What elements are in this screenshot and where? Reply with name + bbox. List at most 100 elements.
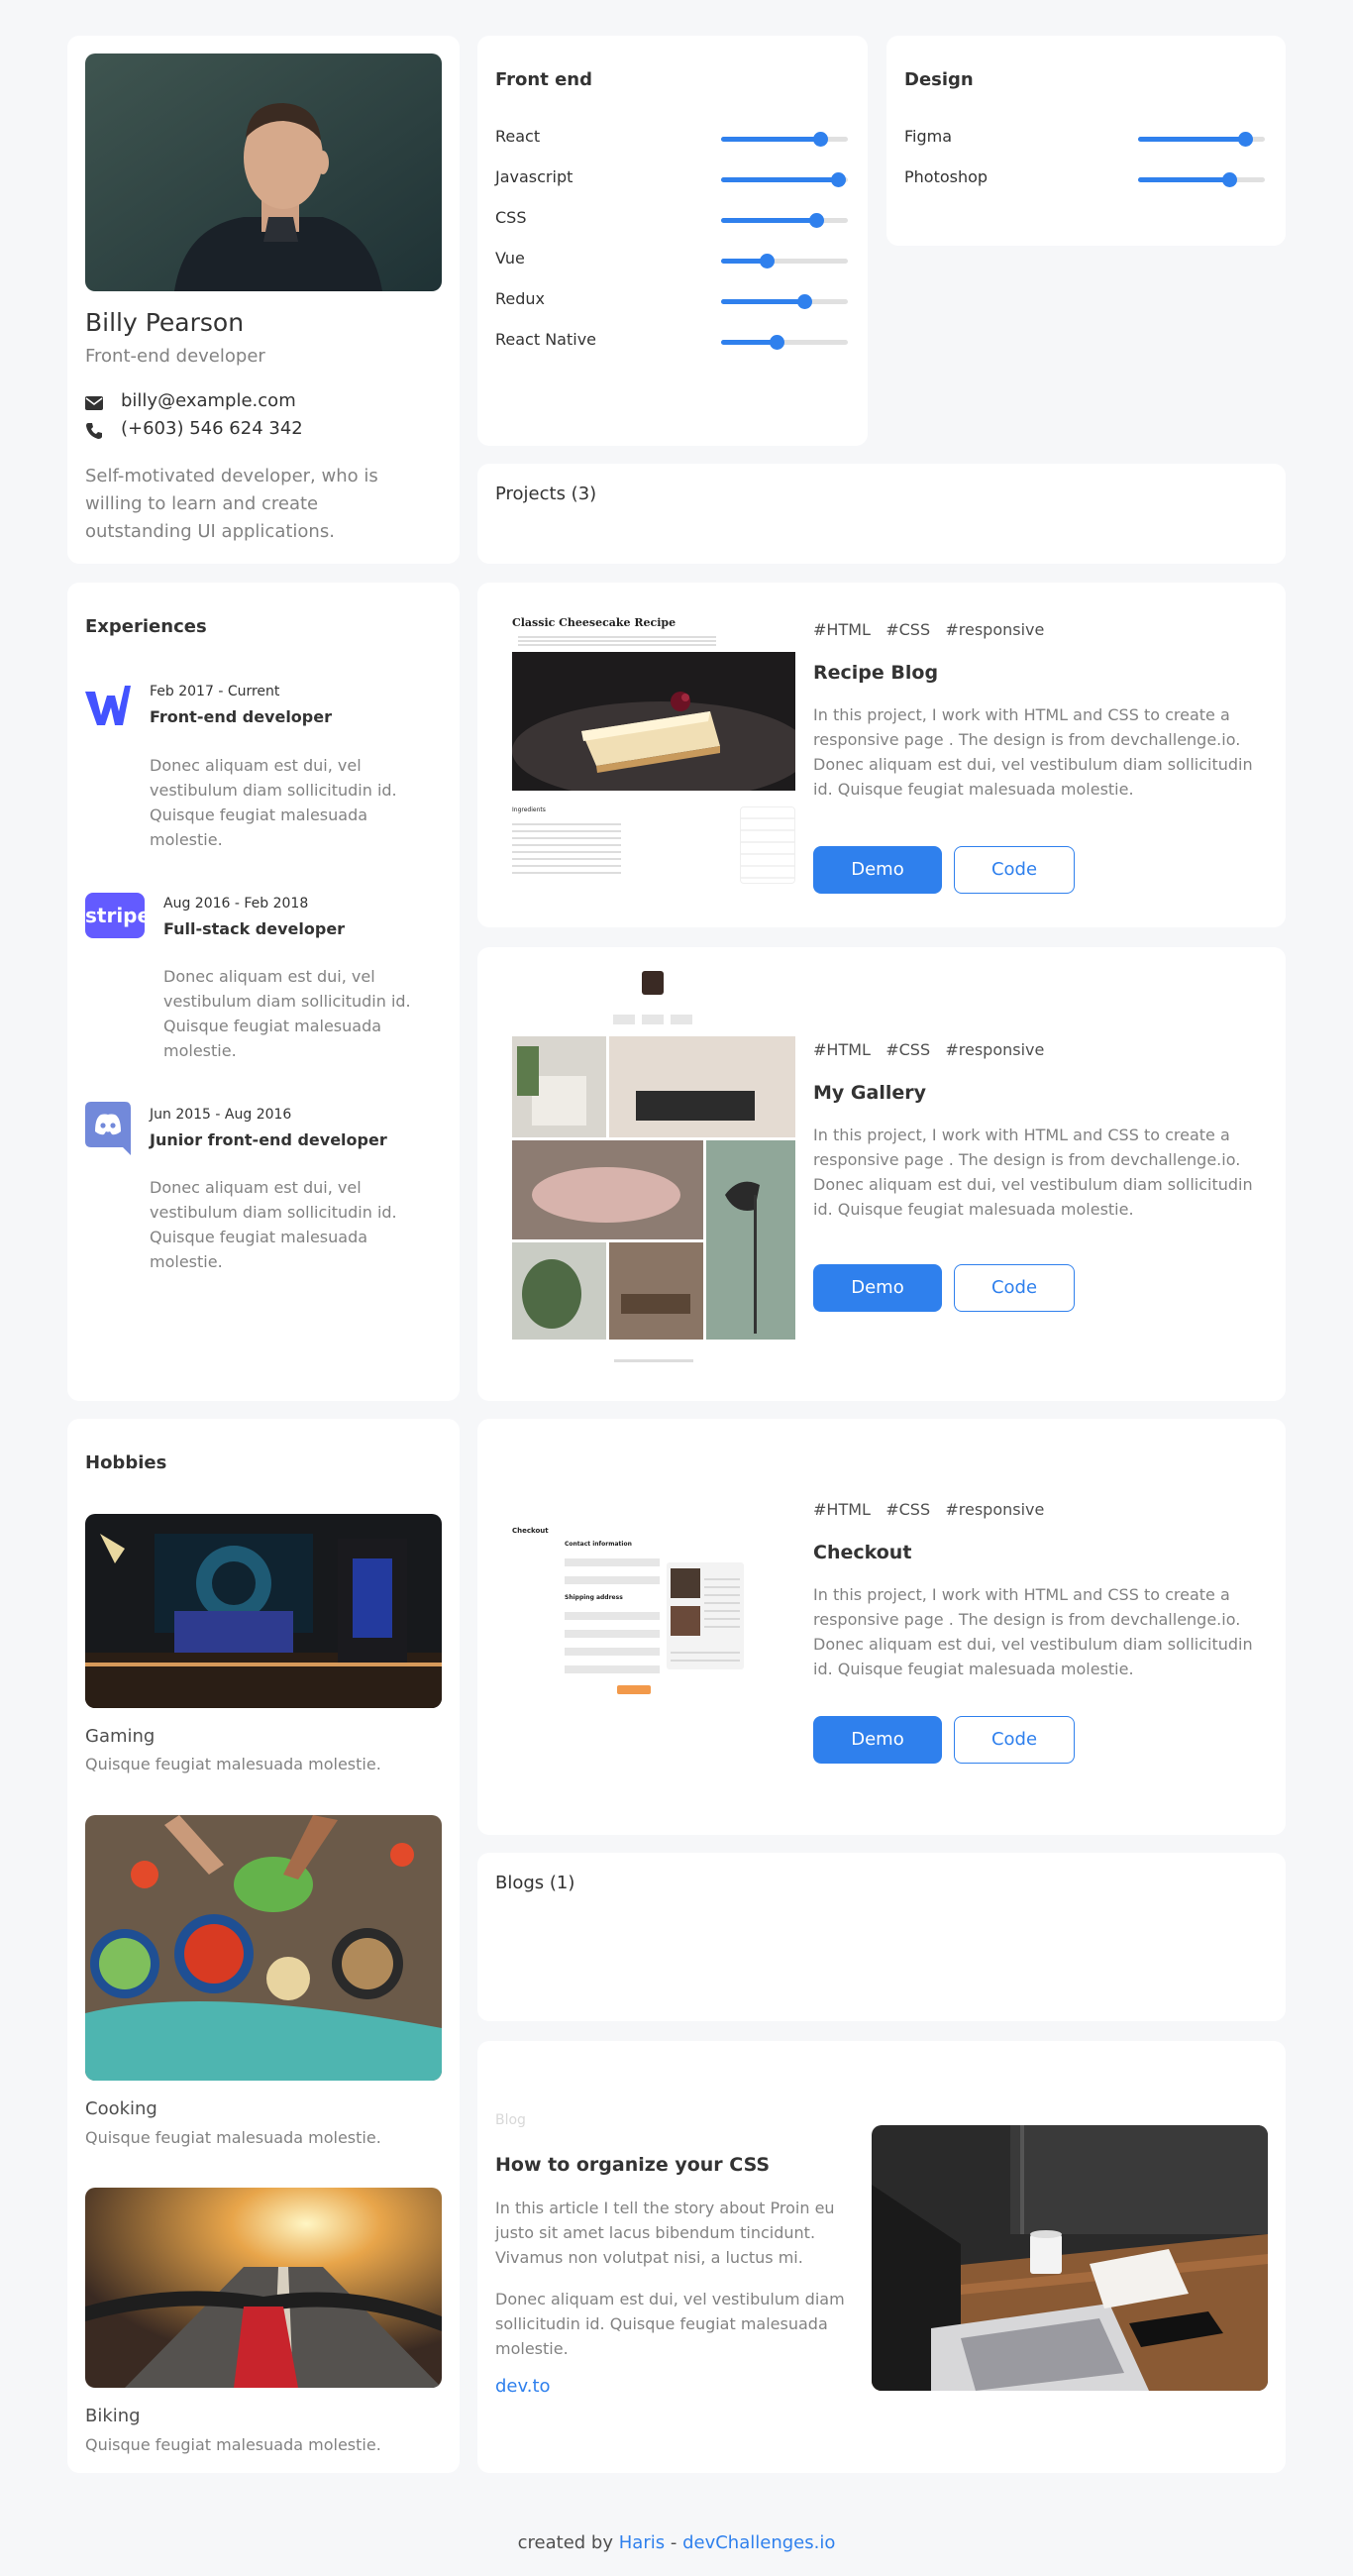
project-thumbnail xyxy=(510,967,797,1373)
profile-role: Front-end developer xyxy=(85,346,265,367)
skill-slider[interactable] xyxy=(721,254,848,268)
experience-date: Jun 2015 - Aug 2016 xyxy=(150,1107,292,1123)
blog-title: How to organize your CSS xyxy=(495,2154,771,2176)
profile-photo xyxy=(85,54,442,291)
skill-name: CSS xyxy=(495,208,527,227)
project-card: Classic Cheesecake Recipe Ingredients #H… xyxy=(477,583,1286,927)
experience-title: Front-end developer xyxy=(150,707,332,726)
blogs-header-card: Blogs (1) xyxy=(477,1853,1286,2021)
hobby-name: Biking xyxy=(85,2406,141,2426)
skill-slider-handle[interactable] xyxy=(812,132,828,147)
skill-slider[interactable] xyxy=(721,213,848,228)
project-title: Checkout xyxy=(813,1542,912,1563)
hobby-name: Gaming xyxy=(85,1726,156,1747)
skill-name: React Native xyxy=(495,330,597,349)
phone-icon xyxy=(85,422,103,440)
skill-slider[interactable] xyxy=(721,335,848,350)
project-card: Checkout Contact information Shipping ad… xyxy=(477,1419,1286,1835)
project-tags: #HTML #CSS #responsive xyxy=(813,620,1044,639)
avatar xyxy=(642,971,664,995)
thumbnail-footer xyxy=(614,1359,693,1362)
skill-slider-handle[interactable] xyxy=(830,172,846,187)
skill-name: Javascript xyxy=(495,167,573,186)
projects-header-card: Projects (3) xyxy=(477,464,1286,564)
skill-slider[interactable] xyxy=(1138,132,1265,147)
project-thumbnail: Checkout Contact information Shipping ad… xyxy=(510,1523,797,1721)
thumbnail-shipping: Shipping address xyxy=(565,1594,623,1601)
blog-paragraph: Donec aliquam est dui, vel vestibulum di… xyxy=(495,2290,845,2358)
experiences-title: Experiences xyxy=(85,616,207,637)
skill-name: Vue xyxy=(495,249,525,268)
skill-slider-handle[interactable] xyxy=(1237,132,1253,147)
skill-level-fill xyxy=(721,218,816,223)
skill-slider-handle[interactable] xyxy=(770,335,785,350)
demo-button[interactable]: Demo xyxy=(813,846,942,894)
skill-slider[interactable] xyxy=(721,132,848,147)
experience-desc: Donec aliquam est dui, vel vestibulum di… xyxy=(150,756,397,849)
skill-level-fill xyxy=(1138,137,1245,142)
blog-paragraph: In this article I tell the story about P… xyxy=(495,2199,835,2267)
tag: #responsive xyxy=(945,1500,1045,1519)
design-skills-card: Design Figma Photoshop xyxy=(886,36,1286,246)
skill-slider-handle[interactable] xyxy=(760,254,776,268)
skill-slider-handle[interactable] xyxy=(809,213,824,228)
skill-slider-handle[interactable] xyxy=(1222,172,1238,187)
project-card: #HTML #CSS #responsive My Gallery In thi… xyxy=(477,947,1286,1401)
project-title: My Gallery xyxy=(813,1082,926,1104)
thumbnail-fields xyxy=(565,1606,660,1675)
tag: #CSS xyxy=(885,620,931,639)
profile-name: Billy Pearson xyxy=(85,308,245,337)
skill-slider[interactable] xyxy=(721,172,848,187)
project-desc: In this project, I work with HTML and CS… xyxy=(813,705,1253,799)
project-tags: #HTML #CSS #responsive xyxy=(813,1500,1044,1519)
tag: #CSS xyxy=(885,1500,931,1519)
project-title: Recipe Blog xyxy=(813,662,939,684)
thumbnail-cart xyxy=(667,1562,744,1669)
tag: #HTML xyxy=(813,1500,871,1519)
profile-email[interactable]: billy@example.com xyxy=(121,390,296,411)
design-title: Design xyxy=(904,69,974,90)
experience-desc: Donec aliquam est dui, vel vestibulum di… xyxy=(150,1178,397,1271)
footer-site-link[interactable]: devChallenges.io xyxy=(682,2532,835,2553)
thumbnail-filters xyxy=(613,1015,692,1024)
code-button[interactable]: Code xyxy=(954,1716,1075,1764)
mail-icon xyxy=(85,395,103,410)
project-tags: #HTML #CSS #responsive xyxy=(813,1040,1044,1059)
tag: #responsive xyxy=(945,1040,1045,1059)
thumbnail-lines xyxy=(512,818,621,878)
skill-slider[interactable] xyxy=(1138,172,1265,187)
skill-level-fill xyxy=(721,299,805,304)
skill-slider-handle[interactable] xyxy=(797,294,813,309)
code-button[interactable]: Code xyxy=(954,1264,1075,1312)
thumbnail-aside xyxy=(740,806,795,884)
skill-level-fill xyxy=(721,177,838,182)
experience-desc: Donec aliquam est dui, vel vestibulum di… xyxy=(163,967,411,1060)
code-button[interactable]: Code xyxy=(954,846,1075,894)
skill-level-fill xyxy=(1138,177,1230,182)
stripe-logo-icon: stripe xyxy=(85,893,151,938)
projects-count: Projects (3) xyxy=(495,483,597,504)
blog-link[interactable]: dev.to xyxy=(495,2376,551,2397)
blog-label: Blog xyxy=(495,2112,526,2128)
demo-button[interactable]: Demo xyxy=(813,1264,942,1312)
profile-bio: Self-motivated developer, who is willing… xyxy=(85,466,378,542)
hobbies-title: Hobbies xyxy=(85,1452,167,1473)
experience-date: Feb 2017 - Current xyxy=(150,684,280,699)
skill-name: React xyxy=(495,127,541,146)
thumbnail-contact: Contact information xyxy=(565,1541,632,1548)
tag: #HTML xyxy=(813,1040,871,1059)
experience-title: Full-stack developer xyxy=(163,919,346,938)
experience-title: Junior front-end developer xyxy=(150,1130,387,1149)
hobby-name: Cooking xyxy=(85,2098,157,2119)
skill-slider[interactable] xyxy=(721,294,848,309)
thumbnail-heading: Classic Cheesecake Recipe xyxy=(512,616,676,629)
profile-card: Billy Pearson Front-end developer billy@… xyxy=(67,36,460,564)
thumbnail-fields xyxy=(565,1553,660,1588)
footer-prefix: created by xyxy=(517,2532,614,2553)
footer-author-link[interactable]: Haris xyxy=(619,2532,665,2553)
frontend-skills-card: Front end React Javascript CSS Vue Redux Reac… xyxy=(477,36,868,446)
demo-button[interactable]: Demo xyxy=(813,1716,942,1764)
tag: #HTML xyxy=(813,620,871,639)
profile-phone[interactable]: (+603) 546 624 342 xyxy=(121,418,303,439)
webflow-logo-icon xyxy=(85,682,131,727)
